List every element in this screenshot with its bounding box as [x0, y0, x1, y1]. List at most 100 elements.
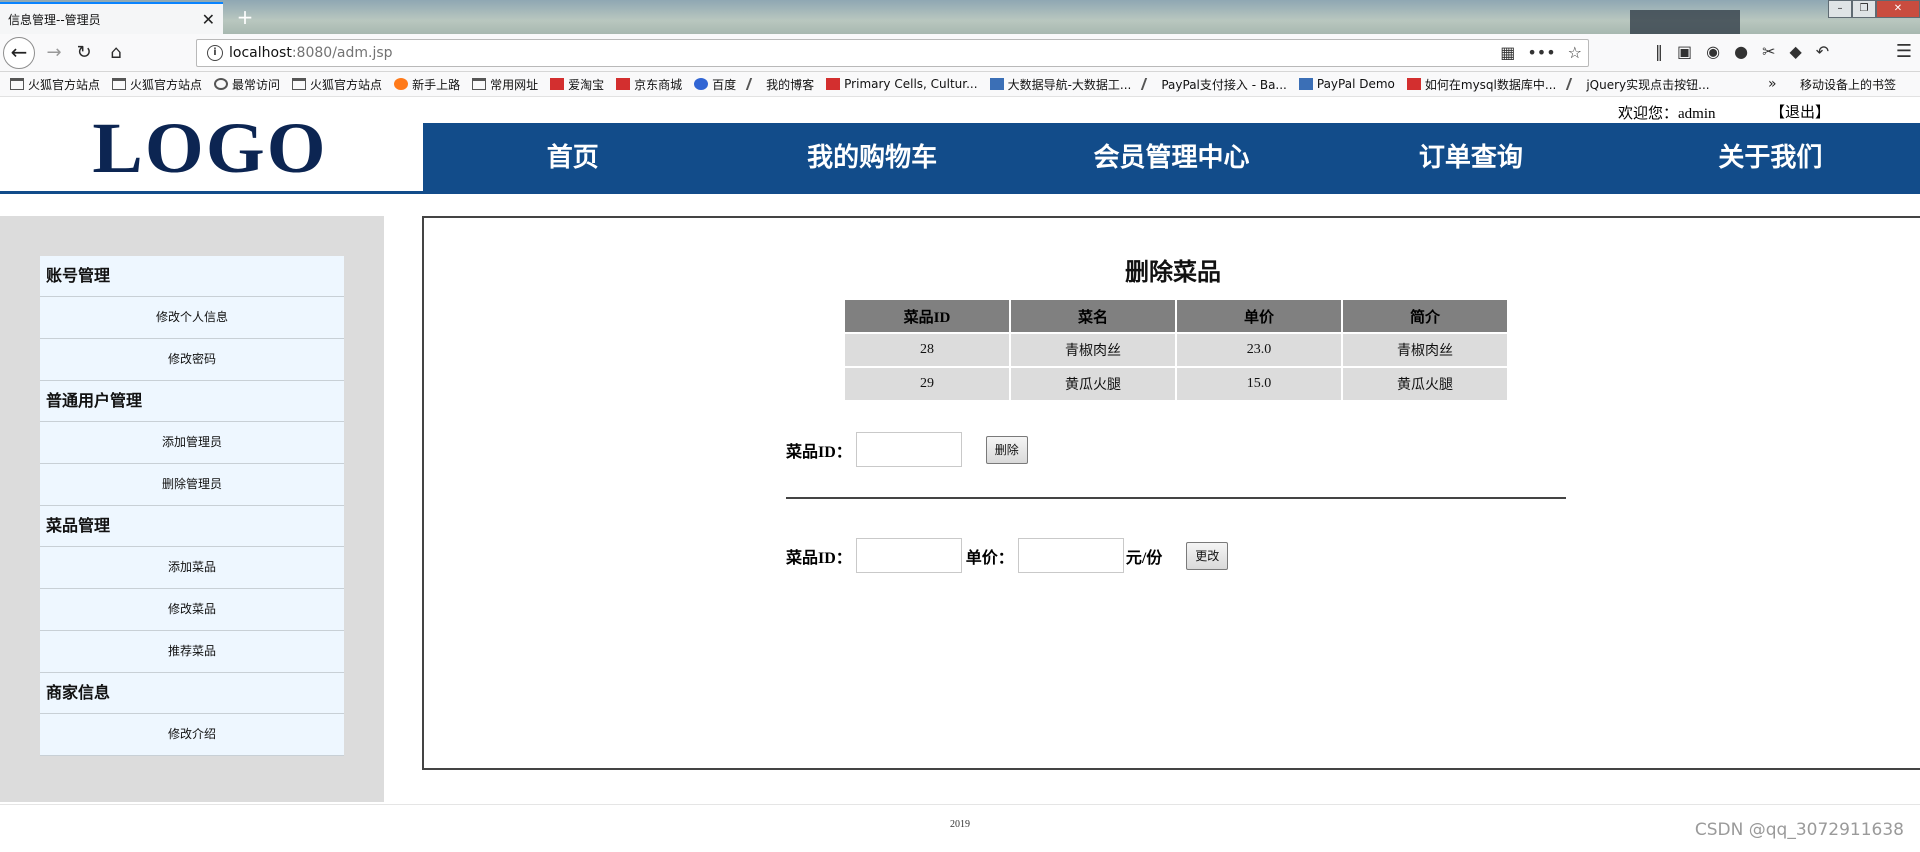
browser-tab[interactable]: 信息管理--管理员 ✕ — [0, 2, 223, 34]
price-label: 单价： — [965, 549, 1014, 567]
restore-icon[interactable]: ❐ — [1852, 0, 1876, 18]
back-arrow-icon[interactable]: ← — [3, 37, 35, 69]
bookmark-item[interactable]: Primary Cells, Cultur... — [826, 77, 978, 91]
footer-year: 2019 — [950, 819, 970, 830]
bookmark-item[interactable]: 火狐官方站点 — [292, 76, 382, 93]
bookmark-item[interactable]: 常用网址 — [472, 76, 538, 93]
logout-link[interactable]: 【退出】 — [1770, 101, 1830, 122]
forward-arrow-icon[interactable]: → — [40, 39, 68, 67]
menu-item-change-password[interactable]: 修改密码 — [40, 339, 344, 381]
bookmark-gear-icon — [214, 78, 229, 90]
bookmark-item[interactable]: jQuery实现点击按钮... — [1566, 76, 1710, 93]
menu-item-delete-admin[interactable]: 删除管理员 — [40, 464, 344, 506]
chat-icon[interactable]: ◆ — [1789, 42, 1801, 61]
delete-button[interactable]: 删除 — [985, 435, 1028, 464]
bookmark-item[interactable]: 火狐官方站点 — [112, 76, 202, 93]
undo-icon[interactable]: ↶ — [1816, 42, 1829, 61]
price-unit: 元/份 — [1125, 549, 1163, 567]
footer-divider — [0, 804, 1920, 805]
nav-orders[interactable]: 订单查询 — [1321, 123, 1620, 193]
table-cell: 黄瓜火腿 — [1011, 368, 1175, 400]
globe-icon[interactable]: ● — [1734, 42, 1748, 61]
bookmark-red-icon — [826, 78, 841, 90]
tab-strip: 信息管理--管理员 ✕ + – ❐ ✕ — [0, 0, 1920, 34]
watermark: CSDN @qq_3072911638 — [1694, 820, 1904, 840]
menu-item-edit-profile[interactable]: 修改个人信息 — [40, 297, 344, 339]
update-button[interactable]: 更改 — [1186, 541, 1229, 570]
bookmark-blue-icon — [989, 78, 1004, 90]
new-tab-icon[interactable]: + — [232, 4, 258, 30]
bookmark-item[interactable]: PayPal Demo — [1298, 77, 1395, 91]
bookmark-item[interactable]: 最常访问 — [214, 76, 280, 93]
bookmark-item[interactable]: 我的博客 — [745, 76, 814, 93]
nav-home[interactable]: 首页 — [423, 123, 722, 193]
mobile-bookmarks[interactable]: 移动设备上的书签 — [1800, 76, 1896, 93]
qr-code-icon[interactable]: ▦ — [1500, 43, 1515, 62]
close-window-icon[interactable]: ✕ — [1876, 0, 1920, 18]
address-bar[interactable]: i localhost:8080/adm.jsp ▦ ••• ☆ — [196, 39, 1589, 67]
sidebar-icon[interactable]: ▣ — [1677, 42, 1692, 61]
bookmark-item[interactable]: 京东商城 — [616, 76, 682, 93]
bookmark-label: 新手上路 — [412, 77, 461, 92]
price-input[interactable] — [1017, 538, 1124, 573]
bookmark-blue-icon — [1298, 78, 1313, 90]
bookmark-item[interactable]: 新手上路 — [394, 76, 460, 93]
bookmark-item[interactable]: 大数据导航-大数据工... — [989, 76, 1131, 93]
url-text[interactable]: localhost:8080/adm.jsp — [229, 45, 393, 61]
bookmark-item[interactable]: PayPal支付接入 - Ba... — [1141, 76, 1287, 93]
menu-item-edit-intro[interactable]: 修改介绍 — [40, 714, 344, 756]
background-blur — [1630, 10, 1740, 34]
bookmark-item[interactable]: 火狐官方站点 — [10, 76, 100, 93]
menu-item-recommend-dish[interactable]: 推荐菜品 — [40, 631, 344, 673]
bookmark-folder-icon — [112, 78, 127, 90]
screenshot-icon[interactable]: ✂ — [1762, 42, 1775, 61]
bookmark-star-icon[interactable]: ☆ — [1568, 43, 1582, 62]
dish-id-label: 菜品ID： — [786, 549, 852, 567]
home-icon[interactable]: ⌂ — [102, 39, 130, 67]
page-actions-icon[interactable]: ••• — [1527, 43, 1555, 62]
tab-title: 信息管理--管理员 — [8, 12, 101, 27]
bookmark-label: jQuery实现点击按钮... — [1586, 77, 1710, 92]
header-divider — [0, 191, 1920, 194]
site-info-icon[interactable]: i — [207, 45, 223, 61]
bookmark-line-icon — [1141, 78, 1160, 90]
bookmark-red-icon — [1406, 78, 1421, 90]
account-icon[interactable]: ◉ — [1706, 42, 1720, 61]
nav-about[interactable]: 关于我们 — [1621, 123, 1920, 193]
table-cell: 青椒肉丝 — [1011, 334, 1175, 366]
bookmark-red-icon — [550, 78, 565, 90]
delete-dish-id-input[interactable] — [855, 432, 962, 467]
sidebar: 账号管理 修改个人信息 修改密码 普通用户管理 添加管理员 删除管理员 菜品管理… — [0, 216, 384, 802]
window-controls: – ❐ ✕ — [1828, 0, 1920, 20]
hamburger-menu-icon[interactable]: ☰ — [1896, 41, 1912, 62]
minimize-icon[interactable]: – — [1828, 0, 1852, 18]
nav-cart[interactable]: 我的购物车 — [722, 123, 1021, 193]
table-header-row: 菜品ID 菜名 单价 简介 — [845, 300, 1507, 332]
bookmark-label: 火狐官方站点 — [310, 77, 383, 92]
bookmark-label: Primary Cells, Cultur... — [844, 77, 978, 91]
nav-member-center[interactable]: 会员管理中心 — [1022, 123, 1321, 193]
dish-id-label: 菜品ID： — [786, 443, 852, 461]
bookmark-item[interactable]: 爱淘宝 — [550, 76, 604, 93]
library-icon[interactable]: ‖ — [1655, 42, 1663, 61]
bookmark-label: PayPal Demo — [1316, 77, 1395, 91]
welcome-text: 欢迎您：admin — [1618, 106, 1716, 122]
table-cell: 28 — [845, 334, 1009, 366]
bookmark-folder-icon — [472, 78, 487, 90]
update-dish-id-input[interactable] — [855, 538, 962, 573]
table-cell: 23.0 — [1177, 334, 1341, 366]
menu-item-add-admin[interactable]: 添加管理员 — [40, 422, 344, 464]
bookmark-item[interactable]: 百度 — [694, 76, 736, 93]
more-bookmarks-icon[interactable]: » — [1768, 76, 1777, 92]
close-tab-icon[interactable]: ✕ — [202, 10, 215, 29]
update-form: 菜品ID： 单价： 元/份 更改 — [786, 538, 1229, 573]
menu-item-add-dish[interactable]: 添加菜品 — [40, 547, 344, 589]
bookmark-item[interactable]: 如何在mysql数据库中... — [1406, 76, 1556, 93]
reload-icon[interactable]: ↻ — [70, 39, 98, 67]
menu-item-edit-dish[interactable]: 修改菜品 — [40, 589, 344, 631]
menu-group-merchant: 商家信息 — [40, 673, 344, 714]
column-header: 菜品ID — [845, 300, 1009, 332]
url-actions: ▦ ••• ☆ — [1500, 43, 1582, 62]
column-header: 单价 — [1177, 300, 1341, 332]
form-divider — [786, 497, 1566, 499]
